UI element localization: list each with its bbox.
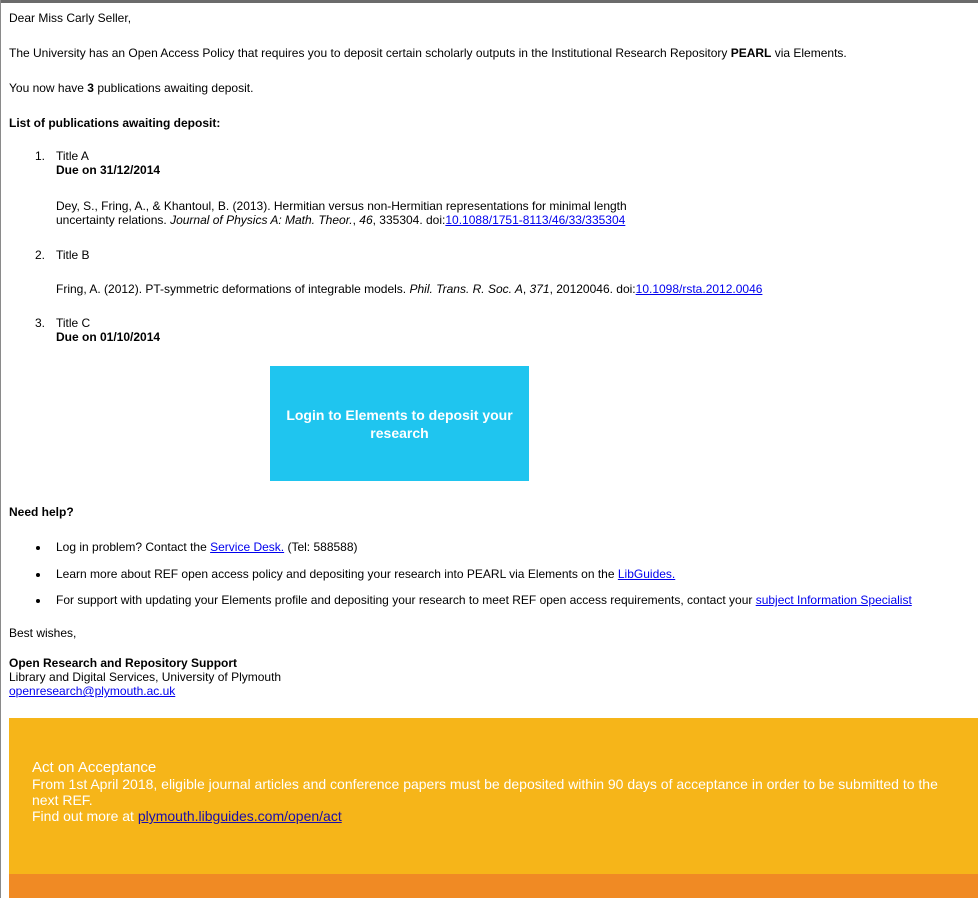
publication-due-date: Due on 31/12/2014 (56, 163, 161, 177)
doi-link[interactable]: 10.1098/rsta.2012.0046 (636, 282, 763, 296)
citation-text: , 335304. doi: (372, 213, 446, 227)
awaiting-text: You now have 3 publications awaiting dep… (9, 81, 253, 95)
bullet-icon (36, 573, 40, 577)
policy-suffix: via Elements. (771, 46, 847, 60)
signature-department: Library and Digital Services, University… (9, 670, 282, 684)
banner-more-text: Find out more at (32, 808, 138, 824)
publication-number: 1. (35, 149, 46, 163)
publication-due-date: Due on 01/10/2014 (56, 330, 161, 344)
banner-title: Act on Acceptance (32, 759, 157, 776)
journal-volume: 46 (359, 213, 373, 227)
journal-volume: 371 (529, 282, 550, 296)
publication-title: Title C (56, 316, 91, 330)
awaiting-count: 3 (87, 81, 94, 95)
citation-line: Fring, A. (2012). PT-symmetric deformati… (56, 282, 762, 296)
policy-prefix: The University has an Open Access Policy… (9, 46, 731, 60)
awaiting-prefix: You now have (9, 81, 88, 95)
login-to-elements-button[interactable]: Login to Elements to deposit your resear… (270, 366, 529, 481)
help-text: Learn more about REF open access policy … (56, 567, 618, 581)
publication-title: Title A (56, 149, 89, 163)
doi-link[interactable]: 10.1088/1751-8113/46/33/335304 (445, 213, 625, 227)
closing: Best wishes, (9, 626, 77, 640)
publication-number: 3. (35, 316, 46, 330)
citation-text: , 20120046. doi: (549, 282, 636, 296)
publication-number: 2. (35, 248, 46, 262)
email-link[interactable]: openresearch@plymouth.ac.uk (9, 684, 175, 698)
journal-name: Phil. Trans. R. Soc. A (409, 282, 523, 296)
help-text: Log in problem? Contact the (56, 540, 211, 554)
citation-text: Fring, A. (2012). PT-symmetric deformati… (56, 282, 410, 296)
help-text: (Tel: 588588) (284, 540, 358, 554)
information-specialist-link[interactable]: subject Information Specialist (756, 593, 912, 607)
help-heading: Need help? (9, 505, 74, 519)
publication-title: Title B (56, 248, 90, 262)
citation-line: Dey, S., Fring, A., & Khantoul, B. (2013… (56, 199, 627, 213)
act-on-acceptance-link[interactable]: plymouth.libguides.com/open/act (138, 808, 342, 824)
banner-body: From 1st April 2018, eligible journal ar… (32, 776, 938, 808)
greeting: Dear Miss Carly Seller, (9, 11, 132, 25)
act-on-acceptance-banner: Act on Acceptance From 1st April 2018, e… (9, 718, 978, 874)
policy-text: The University has an Open Access Policy… (9, 46, 847, 60)
login-button-label: Login to Elements to deposit your resear… (286, 406, 513, 441)
journal-name: Journal of Physics A: Math. Theor. (170, 213, 353, 227)
citation-line: uncertainty relations. Journal of Physic… (56, 213, 625, 227)
window-left-border (0, 0, 1, 898)
bullet-icon (36, 546, 40, 550)
repository-name: PEARL (730, 46, 772, 60)
service-desk-link[interactable]: Service Desk. (210, 540, 284, 554)
signature-name: Open Research and Repository Support (9, 656, 238, 670)
citation-text: , (522, 282, 530, 296)
awaiting-suffix: publications awaiting deposit. (93, 81, 254, 95)
help-text: For support with updating your Elements … (56, 593, 756, 607)
window-top-border (0, 0, 978, 3)
banner-more: Find out more at plymouth.libguides.com/… (32, 808, 952, 824)
citation-text: uncertainty relations. (56, 213, 171, 227)
list-heading: List of publications awaiting deposit: (9, 116, 221, 130)
footer-strip (9, 874, 978, 898)
libguides-link[interactable]: LibGuides. (618, 567, 675, 581)
bullet-icon (36, 599, 40, 603)
